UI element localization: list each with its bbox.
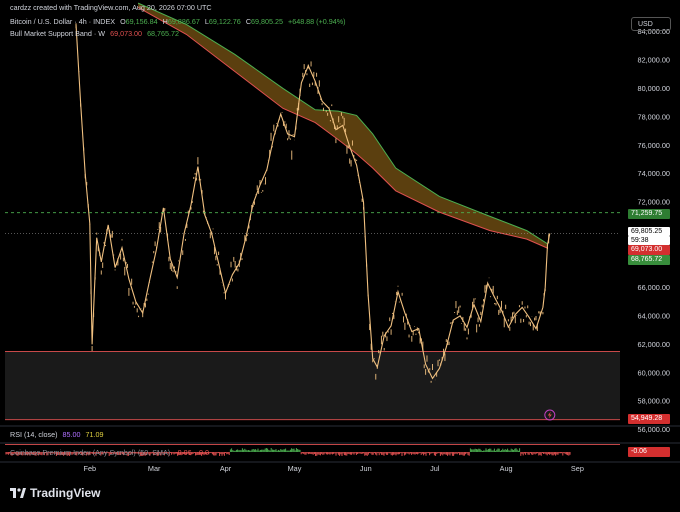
y-tick-label: 78,000.00 <box>638 112 670 121</box>
ohlc-legend[interactable]: Bitcoin / U.S. Dollar · 4h · INDEX O69,1… <box>10 17 349 26</box>
support-zone <box>5 351 620 420</box>
credit-text: cardzz created with TradingView.com, Aug… <box>10 3 212 12</box>
y-tick-label: 82,000.00 <box>638 55 670 64</box>
indicator-legend[interactable]: Bull Market Support Band · W 69,073.00 6… <box>10 29 182 38</box>
premium-legend[interactable]: Coinbase Premium Index (Any Symbol) (50,… <box>10 448 212 457</box>
indicator-value-2: 68,765.72 <box>147 29 180 38</box>
y-tick-label: 80,000.00 <box>638 84 670 93</box>
symbol-name: Bitcoin / U.S. Dollar · 4h · INDEX <box>10 17 116 26</box>
y-tick-label: 62,000.00 <box>638 340 670 349</box>
premium-value-2: -0.0 <box>196 448 209 457</box>
premium-label: Coinbase Premium Index (Any Symbol) (50,… <box>10 448 171 457</box>
rsi-value-1: 85.00 <box>62 430 81 439</box>
x-tick-label: Jun <box>360 464 372 473</box>
high-value: 69,886.67 <box>167 17 200 26</box>
indicator-value-1: 69,073.00 <box>110 29 143 38</box>
credit-line: cardzz created with TradingView.com, Aug… <box>10 3 215 12</box>
x-tick-label: Apr <box>220 464 232 473</box>
x-tick-label: May <box>288 464 302 473</box>
close-value: 69,805.25 <box>251 17 283 26</box>
premium-tag: -0.06 <box>628 447 670 457</box>
low-value: 69,122.76 <box>208 17 241 26</box>
x-tick-label: Feb <box>84 464 97 473</box>
y-tick-label: 76,000.00 <box>638 141 670 150</box>
band-upper-tag: 69,073.00 <box>628 245 670 255</box>
y-tick-label: 74,000.00 <box>638 169 670 178</box>
brand-name: TradingView <box>30 486 101 500</box>
countdown-tag: 59:38 <box>628 236 670 245</box>
rsi-value-2: 71.09 <box>85 430 104 439</box>
premium-value-1: -0.06 <box>175 448 192 457</box>
open-label: O <box>120 17 126 26</box>
last-price-tag: 69,805.25 <box>628 227 670 236</box>
open-value: 69,156.84 <box>125 17 158 26</box>
y-tick-label: 72,000.00 <box>638 198 670 207</box>
price-chart[interactable]: 84,000.0082,000.0080,000.0078,000.0076,0… <box>0 0 680 478</box>
tradingview-logo-icon <box>10 488 26 498</box>
tradingview-logo[interactable]: TradingView <box>10 486 100 500</box>
resistance-price-tag: 71,259.75 <box>628 209 670 219</box>
change-value: +648.88 (+0.94%) <box>288 17 346 26</box>
support-price-tag: 54,949.28 <box>628 414 670 424</box>
y-tick-label: 64,000.00 <box>638 311 670 320</box>
y-tick-label: 66,000.00 <box>638 283 670 292</box>
x-tick-label: Sep <box>571 464 584 473</box>
x-tick-label: Aug <box>500 464 513 473</box>
rsi-label: RSI (14, close) <box>10 430 58 439</box>
x-tick-label: Mar <box>148 464 161 473</box>
currency-button[interactable]: USD <box>631 17 671 31</box>
y-tick-label: 58,000.00 <box>638 397 670 406</box>
y-tick-label: 60,000.00 <box>638 368 670 377</box>
rsi-legend[interactable]: RSI (14, close) 85.00 71.09 <box>10 430 107 439</box>
indicator-name: Bull Market Support Band · W <box>10 29 106 38</box>
x-tick-label: Jul <box>430 464 440 473</box>
band-lower-tag: 68,765.72 <box>628 255 670 265</box>
